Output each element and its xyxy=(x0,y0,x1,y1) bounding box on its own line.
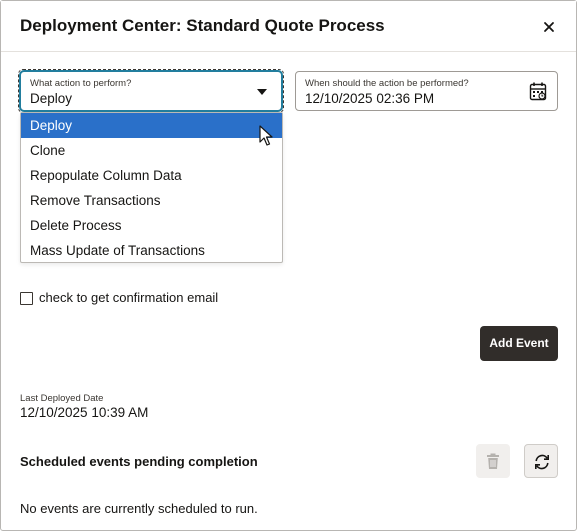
confirmation-email-checkbox[interactable] xyxy=(20,292,33,305)
option-remove-transactions[interactable]: Remove Transactions xyxy=(21,188,282,213)
close-icon xyxy=(544,22,554,32)
dialog-header: Deployment Center: Standard Quote Proces… xyxy=(1,1,576,52)
action-select[interactable]: What action to perform? Deploy xyxy=(20,71,282,111)
refresh-icon xyxy=(535,454,549,470)
delete-events-button[interactable] xyxy=(476,444,510,478)
schedule-datetime-label: When should the action be performed? xyxy=(305,78,469,89)
last-deployed-label: Last Deployed Date xyxy=(20,393,104,404)
refresh-events-button[interactable] xyxy=(524,444,558,478)
close-button[interactable] xyxy=(539,17,559,37)
option-mass-update-transactions[interactable]: Mass Update of Transactions xyxy=(21,238,282,263)
deployment-dialog: Deployment Center: Standard Quote Proces… xyxy=(0,0,577,531)
no-events-message: No events are currently scheduled to run… xyxy=(20,501,258,516)
add-event-button[interactable]: Add Event xyxy=(480,326,558,361)
option-clone[interactable]: Clone xyxy=(21,138,282,163)
action-options-listbox: Deploy Clone Repopulate Column Data Remo… xyxy=(20,112,283,263)
last-deployed-value: 12/10/2025 10:39 AM xyxy=(20,405,149,420)
option-deploy[interactable]: Deploy xyxy=(21,113,282,138)
action-select-label: What action to perform? xyxy=(30,78,132,89)
dialog-title: Deployment Center: Standard Quote Proces… xyxy=(20,16,385,35)
schedule-datetime-value: 12/10/2025 02:36 PM xyxy=(305,91,435,106)
scheduled-events-title: Scheduled events pending completion xyxy=(20,454,258,469)
action-select-value: Deploy xyxy=(30,91,73,106)
option-delete-process[interactable]: Delete Process xyxy=(21,213,282,238)
option-repopulate-column-data[interactable]: Repopulate Column Data xyxy=(21,163,282,188)
confirmation-email-label[interactable]: check to get confirmation email xyxy=(39,290,218,305)
trash-icon xyxy=(487,453,499,469)
caret-down-icon[interactable] xyxy=(257,89,267,95)
calendar-icon[interactable] xyxy=(529,81,547,101)
schedule-datetime-field[interactable]: When should the action be performed? 12/… xyxy=(295,71,558,111)
